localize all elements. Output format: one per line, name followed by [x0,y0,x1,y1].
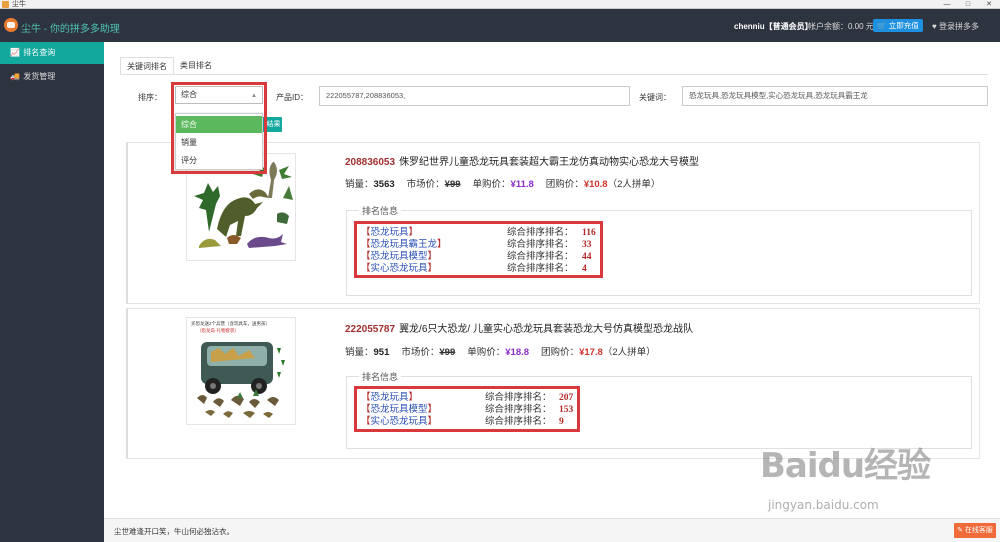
sales-value: 3563 [373,179,395,190]
online-service-button[interactable]: ✎ 在线客服 [954,523,996,538]
keyword-input[interactable]: 恐龙玩具,恐龙玩具模型,实心恐龙玩具,恐龙玩具霸王龙 [682,86,988,106]
sidebar: 📈 排名查询 🚚 发货管理 [0,42,104,542]
heart-icon: ♥ [932,22,937,31]
truck-icon: 🚚 [10,72,20,81]
rank-label: 综合排序排名： [485,405,552,415]
recharge-label: 立即充值 [888,21,919,30]
product-price-info: 销量：951 市场价：¥99 单购价：¥18.8 团购价：¥17.8（2人拼单） [345,344,656,358]
tab-divider [120,74,988,75]
rank-value: 4 [582,264,587,274]
baidu-watermark: Baidu经验 [760,446,931,486]
market-price-value: ¥99 [439,347,456,358]
online-service-label: 在线客服 [964,527,993,534]
market-price-label: 市场价： [401,347,440,358]
rank-value: 9 [559,417,564,427]
rank-label: 综合排序排名： [485,417,552,427]
product-id-input[interactable]: 222055787,208836053, [319,86,630,106]
sidebar-item-rank-query[interactable]: 📈 排名查询 [0,42,104,64]
sidebar-item-label: 发货管理 [23,72,56,81]
group-price-label: 团购价： [541,347,580,358]
rank-label: 综合排序排名： [507,252,574,262]
product-card: 买恐龙送2个兵营（含玩具车，送男孩） （恐龙岛·礼物套装） 222055787 翼… [126,308,980,459]
close-button[interactable]: ✕ [978,0,1000,9]
sales-label: 销量： [345,347,374,358]
cart-icon: 🛒 [877,21,887,30]
sidebar-item-shipping[interactable]: 🚚 发货管理 [0,66,104,88]
group-note: （2人拼单） [602,347,656,358]
maximize-button[interactable]: □ [957,0,979,9]
product-name[interactable]: 侏罗纪世界儿童恐龙玩具套装超大霸王龙仿真动物实心恐龙大号模型 [399,157,699,168]
rank-keyword[interactable]: 实心恐龙玩具 [371,417,428,427]
footer-text: 尘世难逢开口笑，牛山何必独沾衣。 [114,527,234,536]
product-id-label: 产品ID： [276,93,308,102]
product-title: 222055787 翼龙/6只大恐龙/ 儿童实心恐龙玩具套装恐龙大号仿真模型恐龙战… [345,320,693,335]
group-price-label: 团购价： [545,179,584,190]
app-window-icon [2,1,9,8]
rank-value: 33 [582,240,592,250]
login-pdd-label: 登录拼多多 [938,22,979,31]
login-pdd-link[interactable]: ♥ 登录拼多多 [932,21,979,32]
footer: 尘世难逢开口笑，牛山何必独沾衣。 ✎ 在线客服 [104,518,1000,542]
product-id[interactable]: 222055787 [345,324,395,335]
rank-keyword[interactable]: 恐龙玩具霸王龙 [371,240,438,250]
app-logo-icon [4,18,18,32]
rank-keyword[interactable]: 恐龙玩具模型 [371,405,428,415]
market-price-label: 市场价： [406,179,445,190]
rank-info-legend: 排名信息 [359,204,402,217]
product-image: 买恐龙送2个兵营（含玩具车，送男孩） （恐龙岛·礼物套装） [186,317,296,425]
group-price-value: ¥17.8 [579,347,603,358]
rank-value: 153 [559,405,574,415]
rank-keyword[interactable]: 恐龙玩具 [371,228,409,238]
rank-value: 116 [582,228,596,238]
product-title: 208836053 侏罗纪世界儿童恐龙玩具套装超大霸王龙仿真动物实心恐龙大号模型 [345,153,699,168]
rank-keyword[interactable]: 恐龙玩具模型 [371,252,428,262]
image-caption: 买恐龙送2个兵营（含玩具车，送男孩） [191,321,271,326]
window-titlebar: 尘牛 — □ ✕ [0,0,1000,9]
single-price-value: ¥18.8 [505,347,530,358]
sidebar-item-label: 排名查询 [23,48,56,57]
chat-icon: ✎ [957,527,963,534]
account-balance: 帐户余额：0.00 元 [808,22,874,31]
sales-value: 951 [373,347,390,358]
rank-value: 44 [582,252,592,262]
rank-label: 综合排序排名： [507,240,574,250]
window-title: 尘牛 [12,1,26,8]
sales-label: 销量： [345,179,374,190]
product-name[interactable]: 翼龙/6只大恐龙/ 儿童实心恐龙玩具套装恐龙大号仿真模型恐龙战队 [399,324,693,335]
rank-keyword[interactable]: 实心恐龙玩具 [371,264,428,274]
rank-info-legend: 排名信息 [359,370,402,383]
app-header: 尘牛 - 你的拼多多助理 chenniu【普通会员】 帐户余额：0.00 元 🛒… [0,9,1000,42]
product-id[interactable]: 208836053 [345,157,395,168]
keyword-label: 关键词： [639,93,671,102]
group-note: （2人拼单） [607,179,661,190]
single-price-label: 单购价： [467,347,506,358]
rank-info-panel: 排名信息 【恐龙玩具】 综合排序排名： 116 【恐龙玩具霸王龙】 综合排序排名… [346,204,972,296]
rank-value: 207 [559,393,574,403]
rank-label: 综合排序排名： [507,264,574,274]
user-name: chenniu【普通会员】 [734,22,813,31]
single-price-value: ¥11.8 [510,179,534,190]
rank-label: 综合排序排名： [507,228,574,238]
dinosaur-set-image [187,318,295,424]
product-price-info: 销量：3563 市场价：¥99 单购价：¥11.8 团购价：¥10.8（2人拼单） [345,176,660,190]
sort-highlight-box [171,82,267,174]
chart-icon: 📈 [10,48,20,57]
app-title: 尘牛 - 你的拼多多助理 [21,24,120,35]
rank-label: 综合排序排名： [485,393,552,403]
market-price-value: ¥99 [444,179,461,190]
recharge-button[interactable]: 🛒 立即充值 [873,19,923,32]
minimize-button[interactable]: — [936,0,958,9]
baidu-watermark-url: jingyan.baidu.com [768,498,879,512]
image-subcaption: （恐龙岛·礼物套装） [197,328,239,333]
tab-keyword-rank[interactable]: 关键词排名 [120,57,174,75]
single-price-label: 单购价： [472,179,511,190]
rank-keyword[interactable]: 恐龙玩具 [371,393,409,403]
tab-category-rank[interactable]: 类目排名 [174,57,218,75]
group-price-value: ¥10.8 [583,179,608,190]
sort-label: 排序： [138,93,162,102]
